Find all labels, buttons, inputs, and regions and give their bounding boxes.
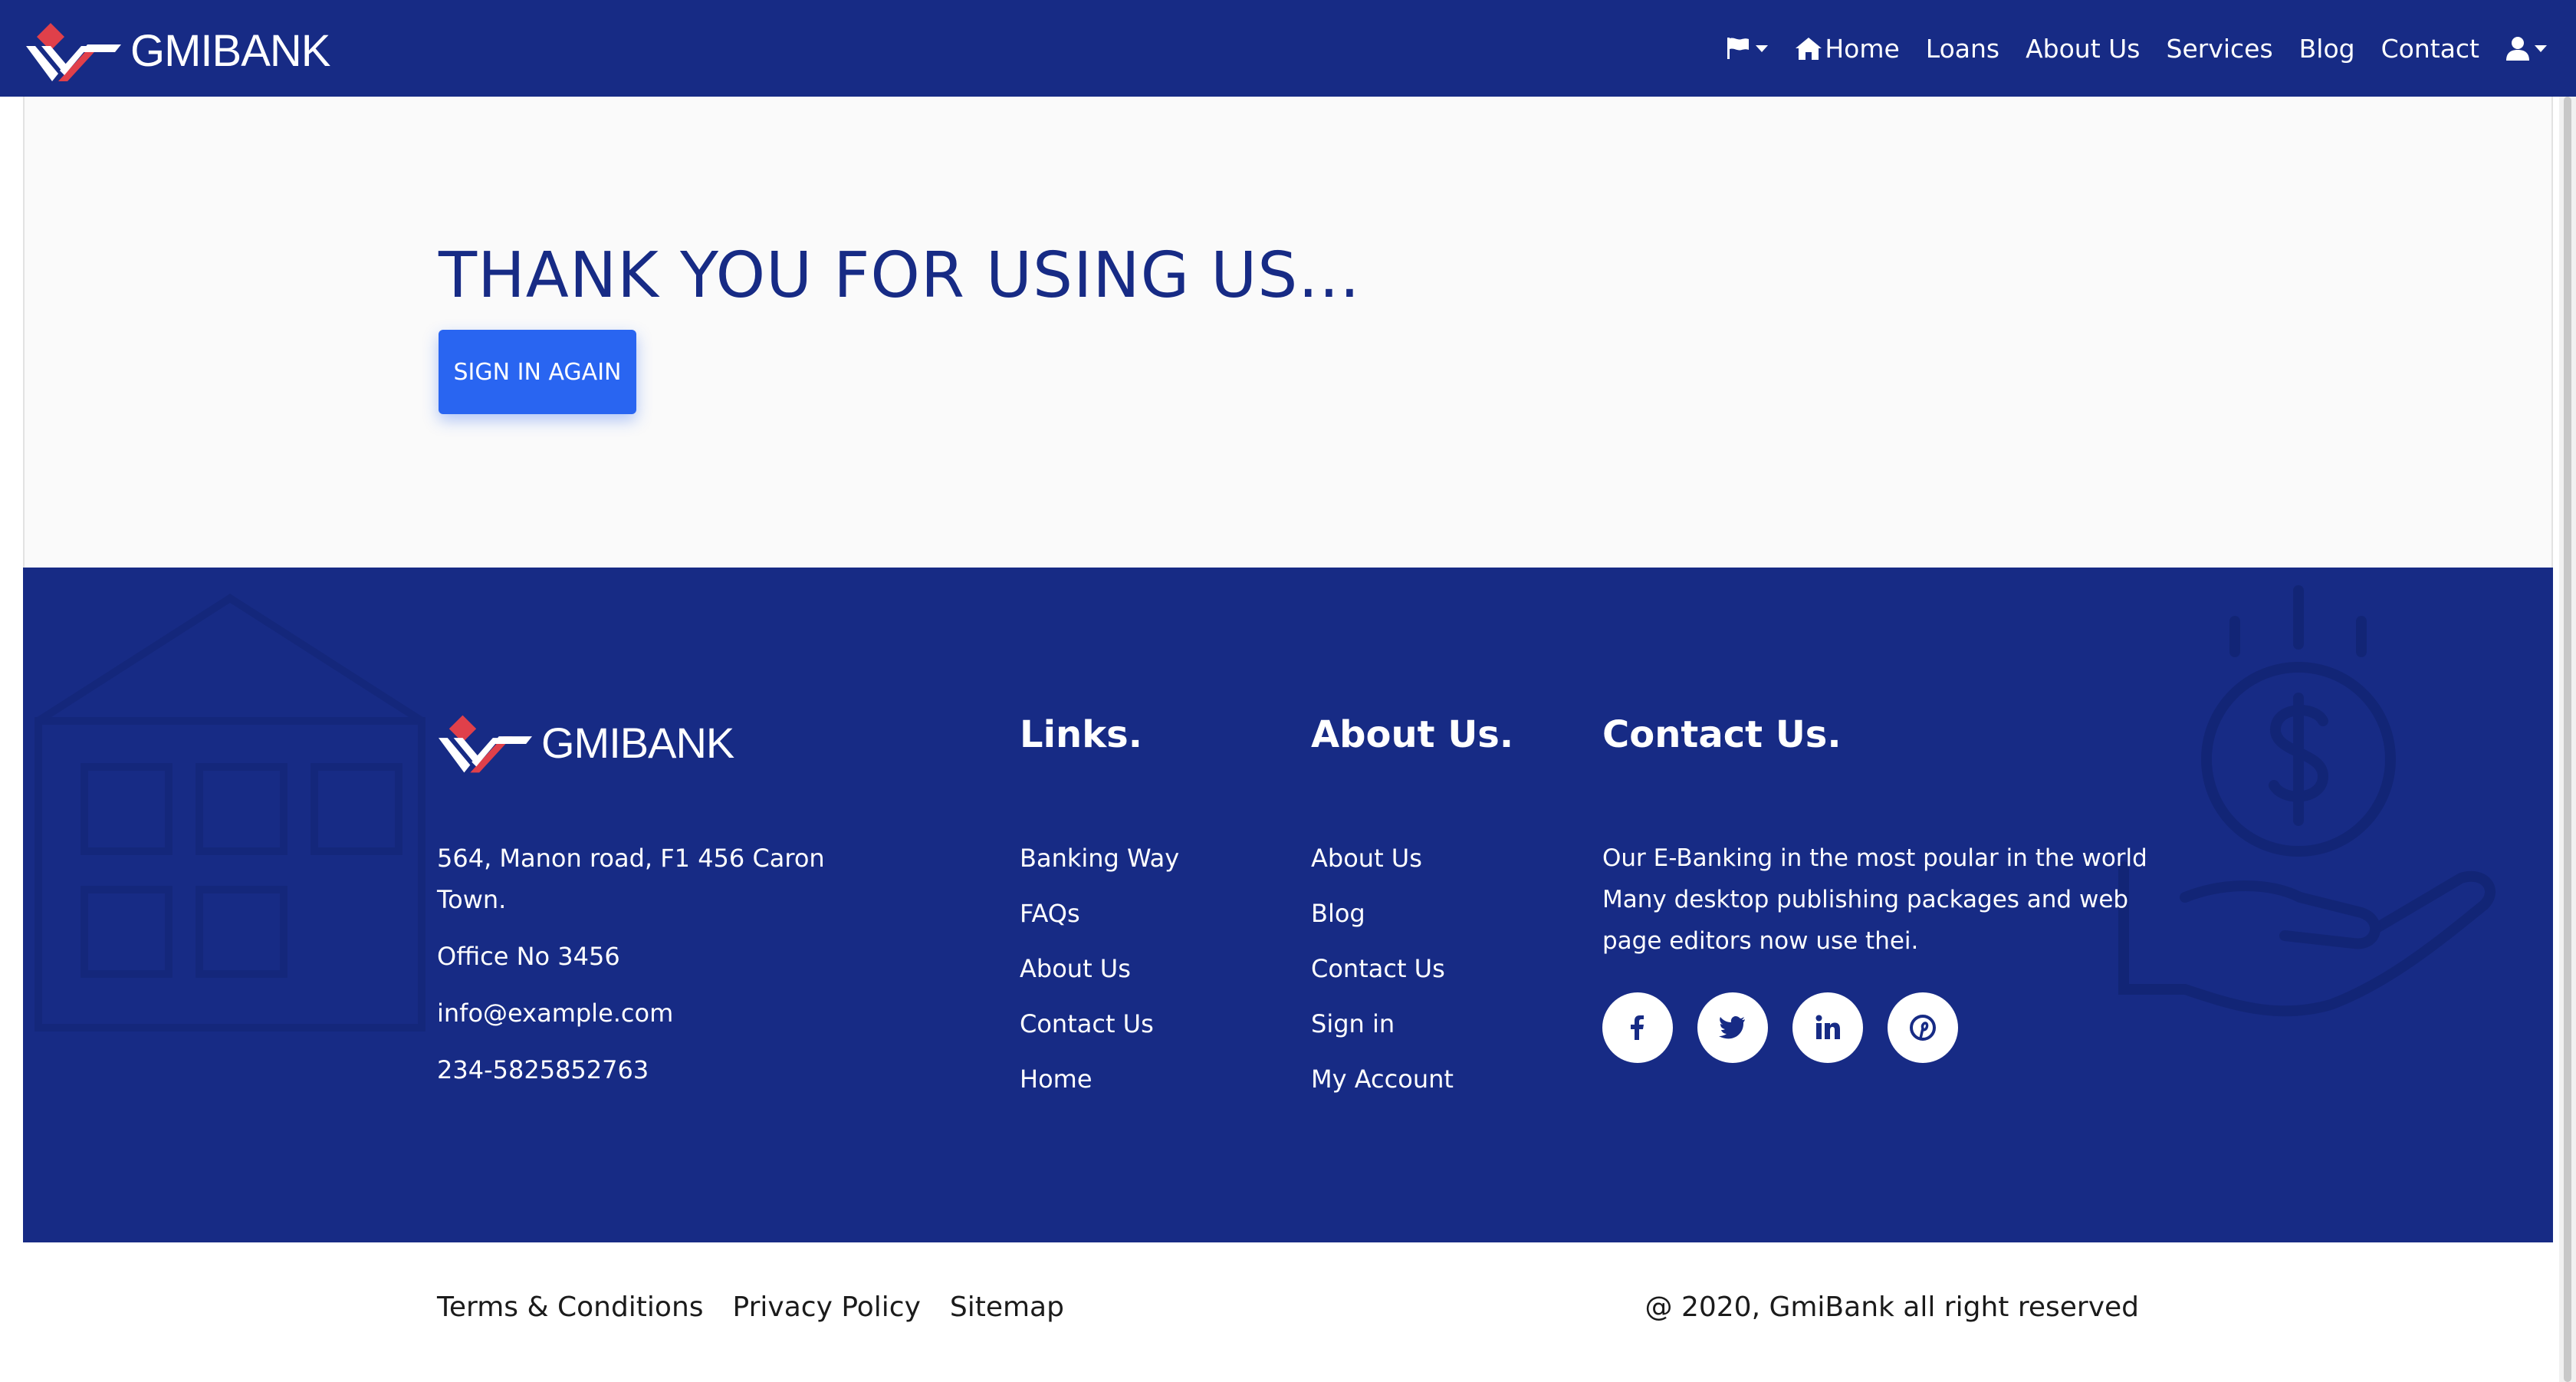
privacy-link[interactable]: Privacy Policy — [733, 1292, 921, 1323]
footer-link-about-us[interactable]: About Us — [1020, 948, 1179, 1003]
nav-loans[interactable]: Loans — [1926, 34, 1999, 64]
links-heading: Links. — [1020, 713, 1142, 756]
footer-about-my-account[interactable]: My Account — [1311, 1058, 1454, 1114]
nav-services[interactable]: Services — [2167, 34, 2273, 64]
pinterest-button[interactable] — [1888, 992, 1958, 1063]
building-illustration-icon — [34, 594, 426, 1032]
brand-name: GMIBANK — [130, 25, 330, 76]
facebook-icon — [1631, 1015, 1644, 1040]
twitter-icon — [1719, 1016, 1745, 1039]
nav-home[interactable]: Home — [1794, 33, 1900, 64]
twitter-button[interactable] — [1697, 992, 1768, 1063]
account-dropdown[interactable] — [2505, 35, 2547, 61]
linkedin-icon — [1815, 1015, 1840, 1039]
facebook-button[interactable] — [1602, 992, 1673, 1063]
footer-link-home[interactable]: Home — [1020, 1058, 1179, 1114]
page-scrollbar[interactable] — [2559, 97, 2576, 1382]
links-list: Banking Way FAQs About Us Contact Us Hom… — [1020, 837, 1179, 1114]
top-navbar: GMIBANK Home Loans About Us Services Blo… — [0, 0, 2576, 97]
footer-logo[interactable]: GMIBANK — [437, 710, 734, 775]
footer-link-banking-way[interactable]: Banking Way — [1020, 837, 1179, 893]
address-line: 564, Manon road, F1 456 Caron — [437, 844, 825, 873]
nav-menu: Home Loans About Us Services Blog Contac… — [1725, 0, 2547, 97]
nav-blog[interactable]: Blog — [2299, 34, 2355, 64]
bottom-bar: Terms & Conditions Privacy Policy Sitema… — [0, 1242, 2576, 1382]
gmibank-logo-icon — [26, 23, 121, 81]
office-number: Office No 3456 — [437, 942, 620, 971]
thank-you-section: THANK YOU FOR USING US... SIGN IN AGAIN — [23, 97, 2553, 568]
legal-links: Terms & Conditions Privacy Policy Sitema… — [437, 1292, 1064, 1323]
chevron-down-icon — [1756, 44, 1769, 52]
linkedin-button[interactable] — [1792, 992, 1863, 1063]
flag-icon — [1727, 38, 1750, 59]
phone-link[interactable]: 234-5825852763 — [437, 1049, 836, 1091]
footer-address: 564, Manon road, F1 456 Caron Town. Offi… — [437, 837, 836, 1091]
home-icon — [1796, 38, 1822, 60]
social-links — [1602, 992, 1958, 1063]
brand-logo-link[interactable]: GMIBANK — [25, 18, 330, 83]
copyright-text: @ 2020, GmiBank all right reserved — [1644, 1292, 2139, 1323]
footer-about-sign-in[interactable]: Sign in — [1311, 1003, 1454, 1058]
pinterest-icon — [1910, 1015, 1936, 1041]
contact-heading: Contact Us. — [1602, 713, 1842, 756]
footer-about-about-us[interactable]: About Us — [1311, 837, 1454, 893]
footer-brand-name: GMIBANK — [541, 718, 734, 767]
address-line: Town. — [437, 885, 507, 914]
sitemap-link[interactable]: Sitemap — [950, 1292, 1064, 1323]
terms-link[interactable]: Terms & Conditions — [437, 1292, 704, 1323]
contact-description: Our E-Banking in the most poular in the … — [1602, 844, 2147, 955]
about-heading: About Us. — [1311, 713, 1514, 756]
about-list: About Us Blog Contact Us Sign in My Acco… — [1311, 837, 1454, 1114]
nav-home-label: Home — [1825, 33, 1900, 64]
scrollbar-thumb[interactable] — [2564, 97, 2571, 1382]
page-title: THANK YOU FOR USING US... — [439, 239, 1361, 312]
chevron-down-icon — [2535, 44, 2547, 52]
email-link[interactable]: info@example.com — [437, 992, 836, 1034]
footer: GMIBANK 564, Manon road, F1 456 Caron To… — [23, 568, 2553, 1242]
footer-about-contact-us[interactable]: Contact Us — [1311, 948, 1454, 1003]
gmibank-logo-icon — [438, 715, 533, 773]
money-hand-illustration-icon — [2118, 585, 2496, 1017]
language-dropdown[interactable] — [1725, 35, 1769, 61]
footer-link-faqs[interactable]: FAQs — [1020, 893, 1179, 948]
user-icon — [2506, 37, 2529, 61]
footer-link-contact-us[interactable]: Contact Us — [1020, 1003, 1179, 1058]
nav-contact[interactable]: Contact — [2381, 34, 2479, 64]
footer-about-blog[interactable]: Blog — [1311, 893, 1454, 948]
nav-about-us[interactable]: About Us — [2026, 34, 2140, 64]
sign-in-again-button[interactable]: SIGN IN AGAIN — [439, 330, 636, 414]
